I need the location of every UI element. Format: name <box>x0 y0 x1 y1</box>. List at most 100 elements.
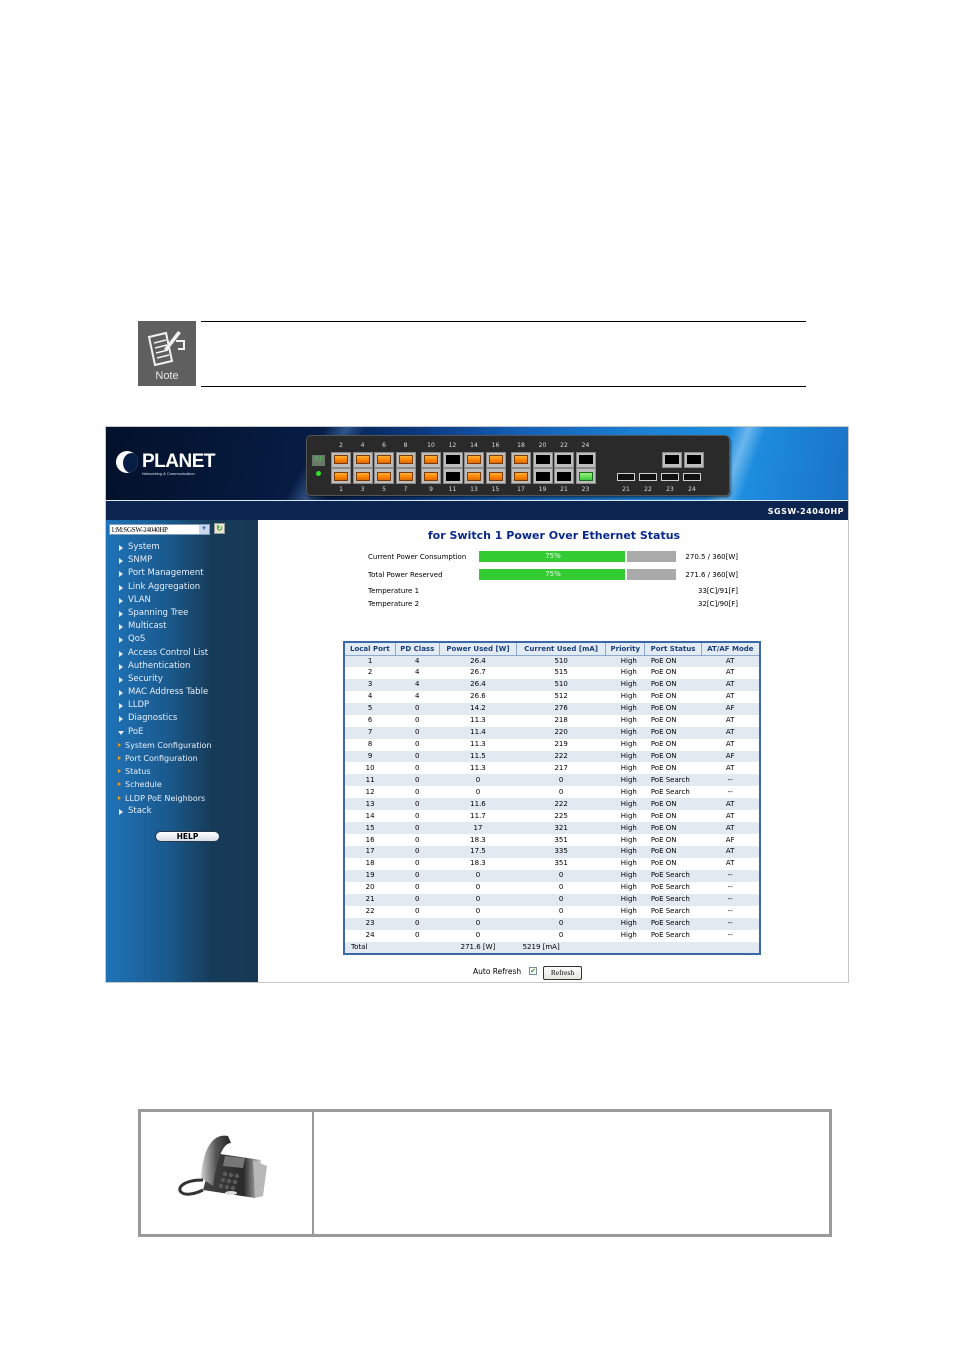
table-cell: PoE ON <box>644 690 702 703</box>
port-jack-icon <box>467 455 481 464</box>
table-row: 19 0 0 0 High PoE Search -- <box>344 869 760 882</box>
table-cell: 0 <box>395 738 440 751</box>
sidebar-item-poe[interactable]: PoE <box>106 726 258 739</box>
table-cell: 0 <box>395 762 440 775</box>
sidebar-item-port-configuration[interactable]: Port Configuration <box>106 752 258 765</box>
switch-select[interactable]: 1:M:SGSW-24040HP ▼ <box>109 524 210 535</box>
notepad-pen-icon <box>147 331 185 367</box>
port-21-led[interactable] <box>554 468 574 484</box>
temperature1-label: Temperature 1 <box>368 587 420 595</box>
port-number-label: 24 <box>581 442 590 449</box>
table-cell: PoE ON <box>644 846 702 858</box>
table-cell: High <box>605 822 645 835</box>
table-cell: High <box>605 774 645 787</box>
table-row: 8 0 11.3 219 High PoE ON AT <box>344 738 760 751</box>
auto-refresh-checkbox[interactable]: ✔ <box>529 967 537 975</box>
sidebar-item-label: Spanning Tree <box>128 607 189 618</box>
table-cell: 225 <box>516 810 606 823</box>
sidebar-item-snmp[interactable]: SNMP <box>106 554 258 567</box>
sidebar-item-access-control-list[interactable]: Access Control List <box>106 647 258 660</box>
table-cell: 0 <box>395 702 440 715</box>
sidebar-item-qos[interactable]: QoS <box>106 633 258 646</box>
port-22-led[interactable] <box>554 452 574 468</box>
sidebar-item-authentication[interactable]: Authentication <box>106 660 258 673</box>
table-cell: 14 <box>344 810 396 823</box>
port-12-led[interactable] <box>442 452 463 468</box>
caret-right-icon <box>118 756 121 760</box>
sidebar-item-system-configuration[interactable]: System Configuration <box>106 739 258 752</box>
table-cell: 21 <box>344 893 396 906</box>
table-cell: 217 <box>516 762 606 775</box>
sidebar-item-schedule[interactable]: Schedule <box>106 778 258 791</box>
refresh-switch-icon[interactable]: ↻ <box>214 523 225 534</box>
sidebar-item-mac-address-table[interactable]: MAC Address Table <box>106 686 258 699</box>
table-cell: 0 <box>395 786 440 799</box>
sidebar-item-vlan[interactable]: VLAN <box>106 594 258 607</box>
help-button[interactable]: HELP <box>155 831 220 842</box>
table-cell: AT <box>701 798 760 811</box>
caret-right-icon <box>119 716 123 723</box>
port-11-led[interactable] <box>442 468 463 484</box>
port-jack-icon <box>535 455 550 464</box>
combo-rj45-port[interactable] <box>662 452 682 468</box>
port-2-led[interactable] <box>331 452 351 468</box>
sidebar-item-port-management[interactable]: Port Management <box>106 567 258 580</box>
combo-rj45-port[interactable] <box>684 452 704 468</box>
column-header: Port Status <box>644 641 702 656</box>
caret-down-icon <box>118 730 124 735</box>
port-16-led[interactable] <box>485 452 506 468</box>
main-content: for Switch 1 Power Over Ethernet Status … <box>258 520 848 982</box>
port-number-label: 3 <box>360 486 365 493</box>
port-9-led[interactable] <box>421 468 441 484</box>
port-jack-icon <box>334 472 348 481</box>
refresh-button[interactable]: Refresh <box>543 966 582 980</box>
table-cell: 11.3 <box>439 762 517 775</box>
caret-right-icon <box>119 676 123 683</box>
port-13-led[interactable] <box>464 468 484 484</box>
port-4-led[interactable] <box>352 452 373 468</box>
sidebar-item-label: Link Aggregation <box>128 581 201 592</box>
sidebar-item-lldp-poe-neighbors[interactable]: LLDP PoE Neighbors <box>106 792 258 805</box>
sidebar-item-link-aggregation[interactable]: Link Aggregation <box>106 581 258 594</box>
sidebar-item-label: Stack <box>128 805 152 816</box>
port-24-led[interactable] <box>575 452 596 468</box>
port-jack-icon <box>445 455 460 464</box>
port-23-led[interactable] <box>575 468 596 484</box>
port-20-led[interactable] <box>532 452 553 468</box>
port-3-led[interactable] <box>352 468 373 484</box>
sidebar-item-status[interactable]: Status <box>106 765 258 778</box>
port-7-led[interactable] <box>395 468 416 484</box>
caret-right-icon <box>119 597 123 604</box>
table-cell: High <box>605 726 645 739</box>
port-18-led[interactable] <box>511 452 531 468</box>
port-5-led[interactable] <box>374 468 394 484</box>
table-cell: AT <box>701 762 760 775</box>
port-19-led[interactable] <box>532 468 553 484</box>
port-number-label: 9 <box>429 486 433 493</box>
port-number-label: 23 <box>581 486 590 493</box>
port-17-led[interactable] <box>511 468 531 484</box>
port-8-led[interactable] <box>395 452 416 468</box>
port-6-led[interactable] <box>374 452 394 468</box>
sidebar-item-lldp[interactable]: LLDP <box>106 699 258 712</box>
table-cell: 11.5 <box>439 750 517 763</box>
port-1-led[interactable] <box>331 468 351 484</box>
sfp-port-23[interactable] <box>661 473 679 481</box>
sidebar-item-system[interactable]: System <box>106 541 258 554</box>
sidebar-item-security[interactable]: Security <box>106 673 258 686</box>
chevron-down-icon[interactable]: ▼ <box>199 525 209 534</box>
sfp-port-21[interactable] <box>617 473 635 481</box>
sfp-port-24[interactable] <box>683 473 701 481</box>
table-cell: 321 <box>516 822 606 835</box>
table-cell: -- <box>701 786 760 799</box>
sidebar-item-stack[interactable]: Stack <box>106 805 258 818</box>
table-cell: 0 <box>516 881 606 894</box>
port-15-led[interactable] <box>485 468 506 484</box>
unit-id-display: 01 <box>312 455 325 466</box>
port-14-led[interactable] <box>464 452 484 468</box>
sidebar-item-spanning-tree[interactable]: Spanning Tree <box>106 607 258 620</box>
sfp-port-22[interactable] <box>639 473 657 481</box>
sidebar-item-multicast[interactable]: Multicast <box>106 620 258 633</box>
port-10-led[interactable] <box>421 452 441 468</box>
sidebar-item-diagnostics[interactable]: Diagnostics <box>106 712 258 725</box>
